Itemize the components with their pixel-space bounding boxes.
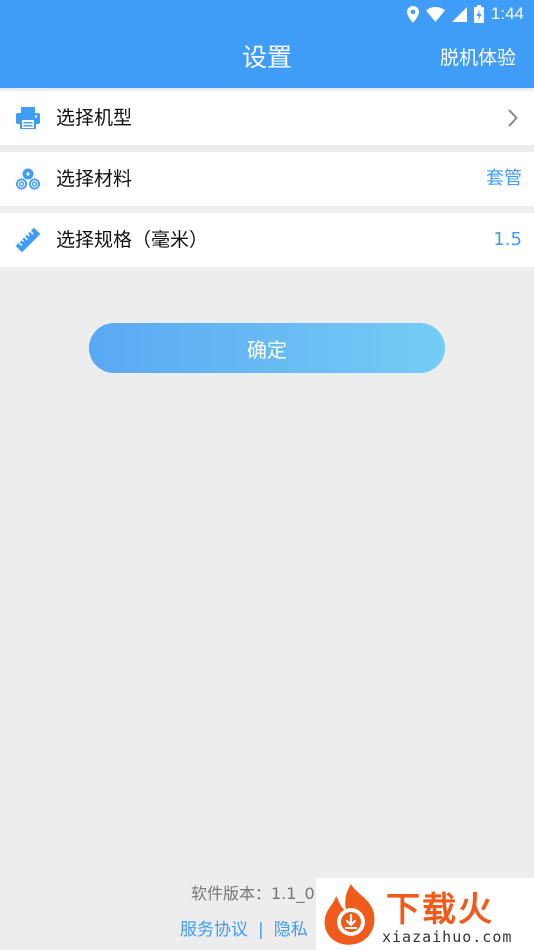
select-machine-label: 选择机型 — [56, 107, 133, 129]
ruler-icon — [14, 226, 42, 254]
select-machine-row[interactable]: 选择机型 — [0, 91, 534, 145]
watermark-url: xiazaihuo.com — [382, 928, 513, 946]
service-agreement-link[interactable]: 服务协议 — [180, 920, 248, 940]
link-separator: | — [258, 920, 264, 940]
status-bar: 1:44 — [0, 0, 534, 28]
app-bar: 设置 脱机体验 — [0, 28, 534, 88]
battery-charging-icon — [473, 5, 484, 23]
status-icons: 1:44 — [406, 3, 524, 25]
signal-icon — [451, 6, 467, 22]
wifi-icon — [425, 6, 445, 22]
material-rolls-icon — [14, 165, 42, 193]
footer-links: 服务协议 | 隐私 — [180, 915, 308, 940]
select-spec-label: 选择规格（毫米） — [56, 229, 209, 251]
chevron-right-icon — [508, 109, 518, 131]
location-icon — [406, 5, 419, 23]
watermark-brand: 下载火 — [386, 890, 494, 930]
software-version: 软件版本：1.1_0 — [191, 884, 315, 903]
privacy-policy-link[interactable]: 隐私 — [274, 920, 308, 940]
printer-icon — [14, 104, 42, 132]
offline-experience-button[interactable]: 脱机体验 — [440, 28, 516, 88]
status-time: 1:44 — [490, 4, 524, 23]
confirm-button[interactable]: 确定 — [89, 323, 445, 373]
watermark: 下载火 xiazaihuo.com — [316, 878, 534, 950]
selected-spec-value: 1.5 — [493, 229, 522, 250]
flame-logo-icon — [320, 882, 382, 950]
select-material-label: 选择材料 — [56, 168, 133, 190]
selected-material-value: 套管 — [486, 168, 522, 189]
select-spec-row[interactable]: 选择规格（毫米） 1.5 — [0, 213, 534, 267]
select-material-row[interactable]: 选择材料 套管 — [0, 152, 534, 206]
